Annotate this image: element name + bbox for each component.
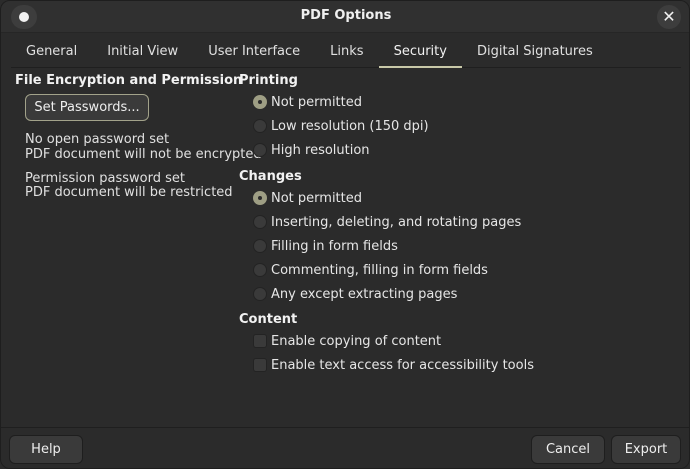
radio-button[interactable]: [253, 95, 267, 109]
checkbox[interactable]: [253, 358, 267, 372]
title-bar: PDF Options ✕: [1, 1, 689, 33]
tab-links[interactable]: Links: [315, 37, 378, 68]
option-label: High resolution: [271, 142, 370, 158]
restriction-status: PDF document will be restricted: [25, 185, 233, 200]
tab-security[interactable]: Security: [378, 37, 462, 68]
printing-not-permitted-option[interactable]: Not permitted: [253, 93, 362, 111]
changes-any-except-extracting-option[interactable]: Any except extracting pages: [253, 285, 457, 303]
option-label: Enable copying of content: [271, 333, 442, 349]
radio-button[interactable]: [253, 143, 267, 157]
radio-button[interactable]: [253, 263, 267, 277]
tab-general[interactable]: General: [11, 37, 92, 68]
set-passwords-button[interactable]: Set Passwords...: [25, 94, 149, 121]
security-panel: File Encryption and Permission Set Passw…: [1, 69, 689, 427]
printing-section-title: Printing: [239, 73, 298, 88]
pdf-options-dialog: PDF Options ✕ General Initial View User …: [0, 0, 690, 469]
tab-digital-signatures[interactable]: Digital Signatures: [462, 37, 608, 68]
tab-initial-view[interactable]: Initial View: [92, 37, 193, 68]
encryption-section-title: File Encryption and Permission: [15, 73, 243, 88]
radio-button[interactable]: [253, 239, 267, 253]
printing-high-resolution-option[interactable]: High resolution: [253, 141, 370, 159]
encryption-status: PDF document will not be encrypted: [25, 147, 262, 162]
enable-copying-option[interactable]: Enable copying of content: [253, 332, 441, 350]
option-label: Commenting, filling in form fields: [271, 262, 488, 278]
option-label: Filling in form fields: [271, 238, 398, 254]
option-label: Low resolution (150 dpi): [271, 118, 429, 134]
changes-commenting-option[interactable]: Commenting, filling in form fields: [253, 261, 488, 279]
permission-password-status: Permission password set: [25, 171, 185, 186]
option-label: Not permitted: [271, 190, 362, 206]
checkbox[interactable]: [253, 334, 267, 348]
close-icon: ✕: [662, 7, 676, 26]
tab-user-interface[interactable]: User Interface: [193, 37, 315, 68]
close-button[interactable]: ✕: [657, 5, 681, 29]
window-title: PDF Options: [300, 8, 392, 23]
changes-not-permitted-option[interactable]: Not permitted: [253, 189, 362, 207]
changes-inserting-option[interactable]: Inserting, deleting, and rotating pages: [253, 213, 521, 231]
enable-accessibility-option[interactable]: Enable text access for accessibility too…: [253, 356, 534, 374]
option-label: Not permitted: [271, 94, 362, 110]
tab-bar: General Initial View User Interface Link…: [11, 37, 681, 68]
option-label: Any except extracting pages: [271, 286, 458, 302]
changes-form-fields-option[interactable]: Filling in form fields: [253, 237, 398, 255]
help-button[interactable]: Help: [9, 435, 83, 464]
cancel-button[interactable]: Cancel: [531, 435, 605, 464]
option-label: Inserting, deleting, and rotating pages: [271, 214, 522, 230]
export-button[interactable]: Export: [611, 435, 681, 464]
radio-button[interactable]: [253, 287, 267, 301]
radio-button[interactable]: [253, 191, 267, 205]
content-section-title: Content: [239, 312, 298, 327]
dialog-footer: Help Cancel Export: [1, 427, 689, 468]
option-label: Enable text access for accessibility too…: [271, 357, 534, 373]
radio-button[interactable]: [253, 119, 267, 133]
radio-button[interactable]: [253, 215, 267, 229]
printing-low-resolution-option[interactable]: Low resolution (150 dpi): [253, 117, 429, 135]
changes-section-title: Changes: [239, 169, 302, 184]
open-password-status: No open password set: [25, 132, 170, 147]
